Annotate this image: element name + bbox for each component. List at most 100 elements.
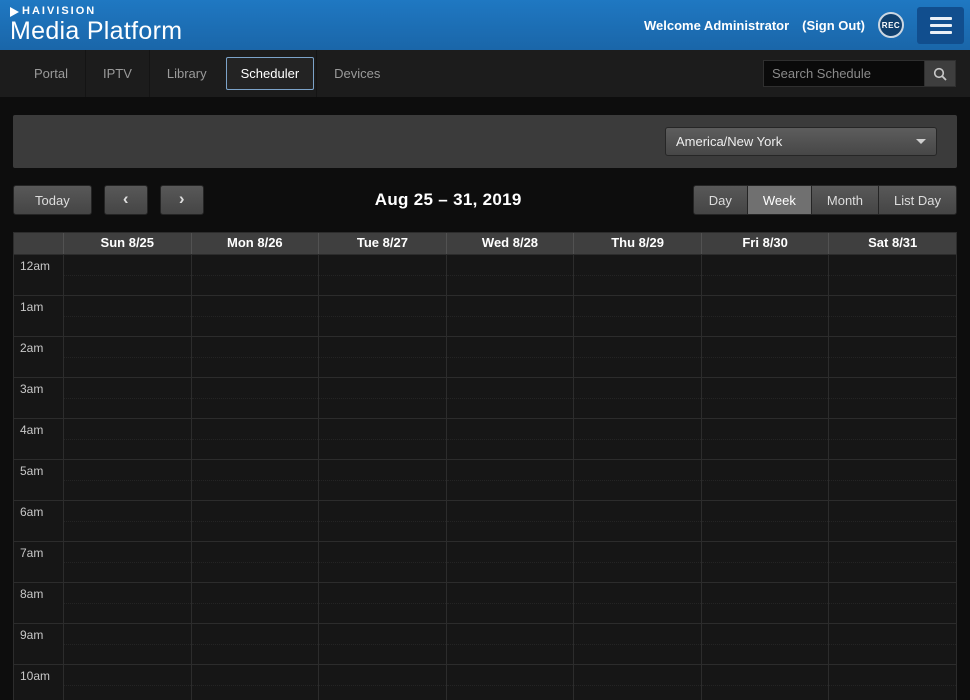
time-slot[interactable] bbox=[573, 582, 701, 623]
time-slot[interactable] bbox=[63, 664, 191, 700]
rec-indicator[interactable]: REC bbox=[878, 12, 904, 38]
time-slot[interactable] bbox=[63, 377, 191, 418]
time-slot[interactable] bbox=[191, 254, 319, 295]
time-slot[interactable] bbox=[318, 500, 446, 541]
view-button-month[interactable]: Month bbox=[811, 185, 879, 215]
time-slot[interactable] bbox=[701, 459, 829, 500]
day-header-6: Sat 8/31 bbox=[828, 233, 956, 254]
view-button-week[interactable]: Week bbox=[747, 185, 812, 215]
time-slot[interactable] bbox=[63, 582, 191, 623]
time-slot[interactable] bbox=[191, 418, 319, 459]
day-header-4: Thu 8/29 bbox=[573, 233, 701, 254]
nav-tab-library[interactable]: Library bbox=[149, 50, 224, 97]
time-slot[interactable] bbox=[701, 541, 829, 582]
time-slot[interactable] bbox=[63, 336, 191, 377]
time-label-6: 6am bbox=[14, 500, 63, 541]
time-slot[interactable] bbox=[446, 336, 574, 377]
time-slot[interactable] bbox=[573, 418, 701, 459]
time-slot[interactable] bbox=[828, 541, 956, 582]
time-slot[interactable] bbox=[701, 623, 829, 664]
time-slot[interactable] bbox=[446, 295, 574, 336]
time-slot[interactable] bbox=[63, 295, 191, 336]
time-slot[interactable] bbox=[191, 664, 319, 700]
time-slot[interactable] bbox=[701, 664, 829, 700]
time-slot[interactable] bbox=[318, 336, 446, 377]
time-slot[interactable] bbox=[701, 500, 829, 541]
time-slot[interactable] bbox=[318, 377, 446, 418]
time-slot[interactable] bbox=[701, 418, 829, 459]
time-slot[interactable] bbox=[573, 377, 701, 418]
time-slot[interactable] bbox=[191, 377, 319, 418]
time-slot[interactable] bbox=[318, 295, 446, 336]
time-slot[interactable] bbox=[63, 623, 191, 664]
time-slot[interactable] bbox=[573, 500, 701, 541]
time-slot[interactable] bbox=[191, 459, 319, 500]
time-slot[interactable] bbox=[573, 336, 701, 377]
time-slot[interactable] bbox=[318, 254, 446, 295]
nav-tab-iptv[interactable]: IPTV bbox=[85, 50, 149, 97]
time-slot[interactable] bbox=[828, 377, 956, 418]
time-slot[interactable] bbox=[63, 254, 191, 295]
time-slot[interactable] bbox=[446, 541, 574, 582]
time-slot[interactable] bbox=[573, 459, 701, 500]
time-slot[interactable] bbox=[191, 500, 319, 541]
nav-tab-scheduler[interactable]: Scheduler bbox=[226, 57, 315, 90]
time-slot[interactable] bbox=[828, 418, 956, 459]
time-slot[interactable] bbox=[191, 295, 319, 336]
time-slot[interactable] bbox=[191, 582, 319, 623]
view-button-list-day[interactable]: List Day bbox=[878, 185, 957, 215]
time-slot[interactable] bbox=[446, 254, 574, 295]
time-slot[interactable] bbox=[191, 336, 319, 377]
sign-out-link[interactable]: (Sign Out) bbox=[802, 18, 865, 33]
time-slot[interactable] bbox=[318, 459, 446, 500]
time-slot[interactable] bbox=[63, 459, 191, 500]
time-slot[interactable] bbox=[701, 336, 829, 377]
time-slot[interactable] bbox=[701, 582, 829, 623]
time-slot[interactable] bbox=[701, 295, 829, 336]
time-slot[interactable] bbox=[573, 295, 701, 336]
nav-tab-devices[interactable]: Devices bbox=[316, 50, 397, 97]
time-slot[interactable] bbox=[828, 336, 956, 377]
time-slot[interactable] bbox=[318, 418, 446, 459]
time-slot[interactable] bbox=[446, 500, 574, 541]
time-slot[interactable] bbox=[573, 664, 701, 700]
time-slot[interactable] bbox=[446, 582, 574, 623]
time-slot[interactable] bbox=[446, 459, 574, 500]
next-week-button[interactable]: › bbox=[160, 185, 204, 215]
time-slot[interactable] bbox=[573, 541, 701, 582]
time-slot[interactable] bbox=[63, 418, 191, 459]
time-slot[interactable] bbox=[318, 664, 446, 700]
time-slot[interactable] bbox=[63, 541, 191, 582]
view-button-day[interactable]: Day bbox=[693, 185, 748, 215]
time-slot[interactable] bbox=[573, 623, 701, 664]
hamburger-menu-button[interactable] bbox=[917, 7, 964, 44]
time-slot[interactable] bbox=[828, 254, 956, 295]
timezone-selected-value: America/New York bbox=[676, 134, 782, 149]
search-button[interactable] bbox=[925, 60, 956, 87]
search-input[interactable] bbox=[763, 60, 925, 87]
timezone-select[interactable]: America/New York bbox=[665, 127, 937, 156]
time-slot[interactable] bbox=[828, 500, 956, 541]
prev-week-button[interactable]: ‹ bbox=[104, 185, 148, 215]
time-slot[interactable] bbox=[191, 623, 319, 664]
today-button[interactable]: Today bbox=[13, 185, 92, 215]
time-slot[interactable] bbox=[701, 377, 829, 418]
time-slot[interactable] bbox=[573, 254, 701, 295]
time-slot[interactable] bbox=[318, 582, 446, 623]
time-slot[interactable] bbox=[63, 500, 191, 541]
time-slot[interactable] bbox=[446, 623, 574, 664]
time-slot[interactable] bbox=[318, 623, 446, 664]
time-slot[interactable] bbox=[446, 418, 574, 459]
time-slot[interactable] bbox=[828, 582, 956, 623]
time-slot[interactable] bbox=[446, 664, 574, 700]
time-slot[interactable] bbox=[446, 377, 574, 418]
time-slot[interactable] bbox=[828, 459, 956, 500]
time-slot[interactable] bbox=[701, 254, 829, 295]
time-slot[interactable] bbox=[318, 541, 446, 582]
time-slot[interactable] bbox=[828, 295, 956, 336]
time-slot[interactable] bbox=[828, 664, 956, 700]
brand-top: HAIVISION bbox=[10, 6, 182, 18]
nav-tab-portal[interactable]: Portal bbox=[17, 50, 85, 97]
time-slot[interactable] bbox=[828, 623, 956, 664]
time-slot[interactable] bbox=[191, 541, 319, 582]
